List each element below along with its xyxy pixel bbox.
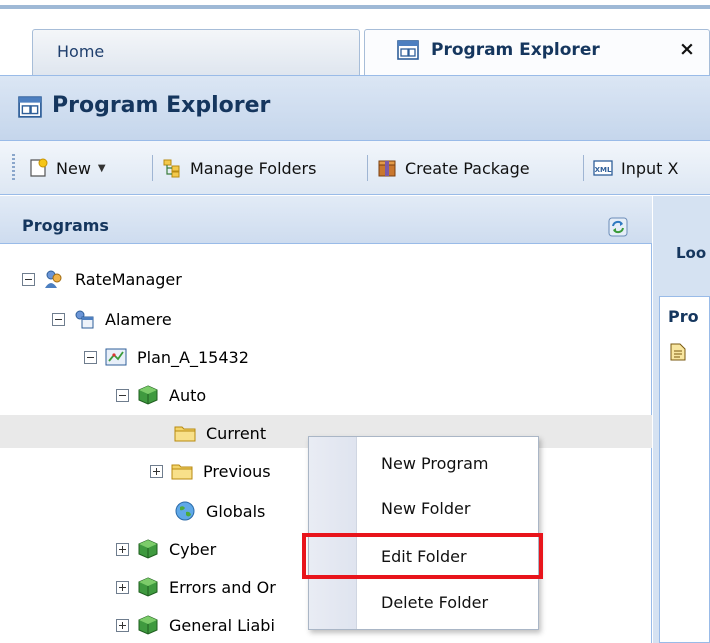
tree-node-current[interactable]: Current — [174, 415, 266, 451]
tree-node-label: Errors and Or — [169, 577, 276, 597]
tab-program-explorer[interactable]: Program Explorer × — [364, 29, 710, 75]
close-tab-icon[interactable]: × — [679, 38, 695, 60]
toolbar: New ▼ Manage Folders Create Package XML … — [0, 141, 710, 195]
folder-icon — [174, 426, 196, 442]
lookup-header: Loo — [676, 244, 707, 262]
company-icon — [75, 310, 94, 329]
tab-home-label: Home — [57, 42, 105, 61]
plan-icon — [105, 348, 127, 366]
highlight-box — [302, 533, 543, 579]
manage-folders-label: Manage Folders — [190, 158, 317, 178]
globe-icon — [175, 501, 195, 521]
expand-icon[interactable] — [150, 464, 163, 478]
cube-icon — [138, 385, 158, 405]
tab-home[interactable]: Home — [32, 29, 360, 75]
manage-folders-button[interactable]: Manage Folders — [162, 141, 316, 195]
collapse-icon[interactable] — [52, 312, 65, 326]
tree-node-plan[interactable]: Plan_A_15432 — [84, 339, 249, 375]
package-icon — [378, 160, 396, 177]
new-button-label: New — [56, 158, 91, 178]
collapse-icon[interactable] — [22, 272, 35, 286]
collapse-icon[interactable] — [84, 350, 97, 364]
toolbar-separator — [367, 155, 368, 181]
input-xml-label: Input X — [621, 158, 679, 178]
toolbar-separator — [152, 155, 153, 181]
window-icon — [397, 40, 419, 60]
chevron-down-icon: ▼ — [97, 162, 106, 174]
users-icon — [45, 270, 62, 288]
programs-header: Programs — [0, 196, 652, 244]
tree-node-label: Alamere — [105, 309, 172, 329]
expand-icon[interactable] — [116, 618, 129, 632]
tree-node-globals[interactable]: Globals — [174, 493, 265, 529]
tree-node-label: Previous — [203, 461, 271, 481]
menu-item-new-folder[interactable]: New Folder — [381, 499, 470, 518]
panel-header: Program Explorer — [0, 75, 710, 141]
collapse-icon[interactable] — [116, 388, 129, 402]
right-panel: Loo Pro — [653, 196, 710, 643]
menu-item-new-program[interactable]: New Program — [381, 454, 489, 473]
tree-node-label: RateManager — [75, 269, 182, 289]
document-icon[interactable] — [670, 343, 686, 361]
expand-icon[interactable] — [116, 580, 129, 594]
cube-icon — [138, 539, 158, 559]
tab-strip: Home Program Explorer × — [0, 13, 710, 75]
cube-icon — [138, 615, 158, 635]
window-icon — [18, 96, 42, 118]
tree-node-label: Plan_A_15432 — [137, 347, 249, 367]
refresh-icon[interactable] — [608, 217, 628, 237]
expand-icon[interactable] — [116, 542, 129, 556]
toolbar-grip — [12, 154, 15, 182]
tree-node-previous[interactable]: Previous — [150, 453, 271, 489]
tree-node-label: General Liabi — [169, 615, 275, 635]
tree-node-label: Auto — [169, 385, 207, 405]
page-title: Program Explorer — [52, 93, 271, 118]
tree-node-label: Globals — [206, 501, 266, 521]
folder-tree-icon — [163, 159, 180, 178]
tree-node-cyber[interactable]: Cyber — [116, 531, 216, 567]
menu-item-delete-folder[interactable]: Delete Folder — [381, 593, 488, 612]
tree-node-auto[interactable]: Auto — [116, 377, 206, 413]
cube-icon — [138, 577, 158, 597]
top-border — [0, 0, 710, 9]
create-package-label: Create Package — [405, 158, 530, 178]
tree-node-general-liability[interactable]: General Liabi — [116, 607, 275, 643]
svg-text:XML: XML — [595, 166, 612, 174]
new-document-icon — [30, 158, 48, 177]
create-package-button[interactable]: Create Package — [377, 141, 530, 195]
folder-icon — [171, 464, 193, 480]
new-button[interactable]: New ▼ — [28, 141, 106, 195]
tree-node-label: Current — [206, 423, 267, 443]
tree-node-alamere[interactable]: Alamere — [52, 301, 172, 337]
input-xml-button[interactable]: XML Input X — [593, 141, 678, 195]
tree-node-ratemanager[interactable]: RateManager — [22, 261, 182, 297]
right-grid: Pro — [659, 296, 710, 643]
tree-node-label: Cyber — [169, 539, 217, 559]
xml-icon: XML — [593, 160, 613, 176]
grid-column-header: Pro — [668, 307, 699, 326]
toolbar-separator — [583, 155, 584, 181]
tab-program-explorer-label: Program Explorer — [431, 40, 600, 60]
tree-node-errors[interactable]: Errors and Or — [116, 569, 276, 605]
programs-title: Programs — [22, 216, 109, 235]
